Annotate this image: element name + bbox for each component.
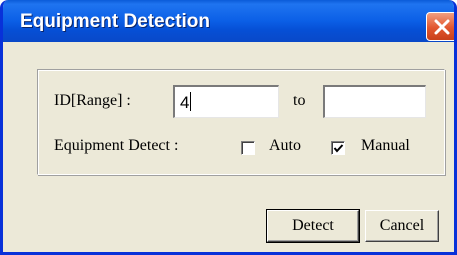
- detect-button-label: Detect: [292, 217, 334, 234]
- window-title: Equipment Detection: [20, 11, 211, 32]
- close-button[interactable]: [426, 12, 454, 41]
- manual-label[interactable]: Manual: [361, 137, 410, 155]
- text-caret: [190, 92, 192, 111]
- equipment-detection-dialog: Equipment Detection ID[Range] : 4 to Equ…: [0, 0, 457, 255]
- cancel-button[interactable]: Cancel: [365, 210, 439, 242]
- cancel-button-label: Cancel: [379, 217, 425, 234]
- id-range-from-value: 4: [180, 93, 190, 112]
- to-label: to: [293, 92, 306, 109]
- id-range-label: ID[Range] :: [54, 92, 131, 109]
- manual-checkbox[interactable]: [331, 141, 345, 155]
- auto-checkbox[interactable]: [241, 141, 255, 155]
- equipment-detect-label: Equipment Detect :: [54, 137, 179, 154]
- checkmark-icon: [333, 144, 344, 153]
- auto-label[interactable]: Auto: [269, 137, 301, 155]
- detect-button[interactable]: Detect: [266, 209, 360, 243]
- id-range-from-input[interactable]: 4: [173, 85, 279, 118]
- close-icon: [434, 19, 449, 34]
- title-bar[interactable]: Equipment Detection: [3, 0, 454, 42]
- id-range-to-input[interactable]: [323, 85, 426, 118]
